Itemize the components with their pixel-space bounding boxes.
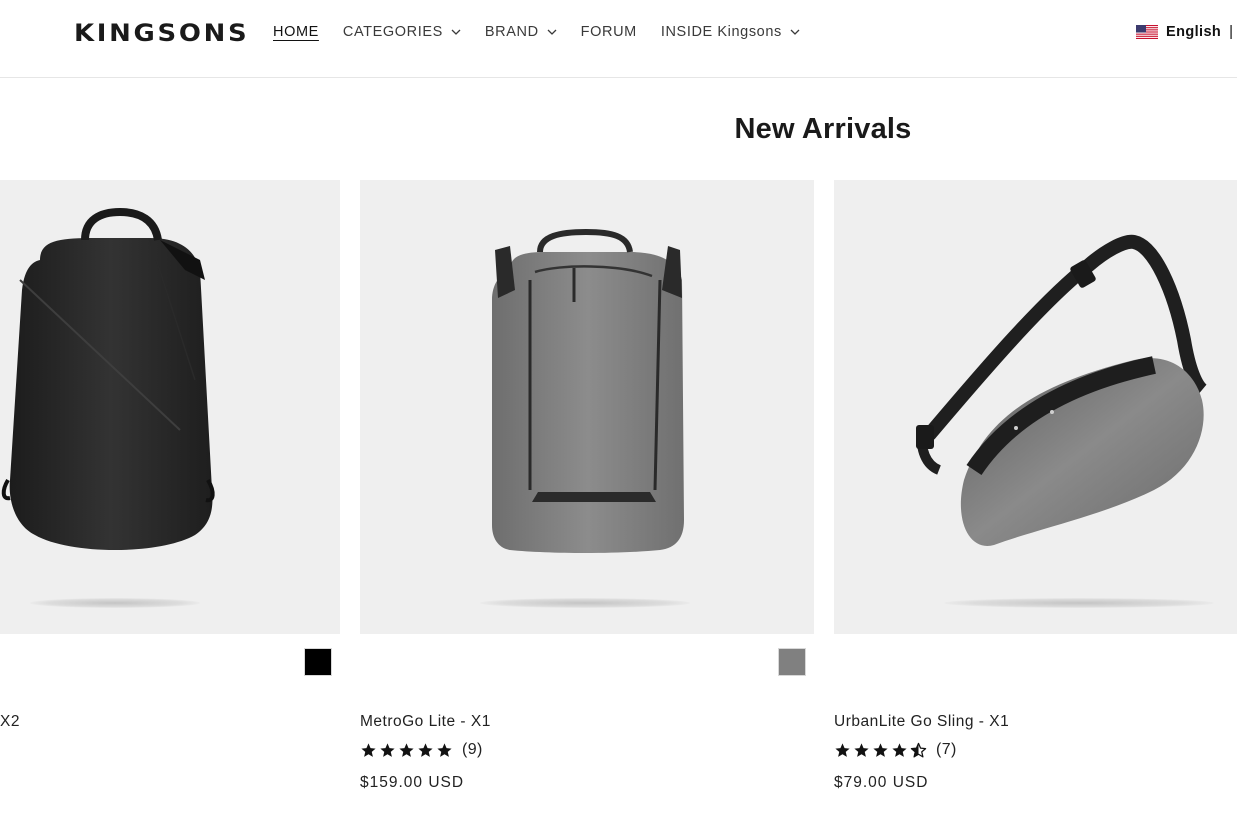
star-icon xyxy=(873,742,888,757)
nav-item-home[interactable]: HOME xyxy=(273,24,319,40)
product-rating: (9) xyxy=(360,741,483,759)
product-shadow xyxy=(30,598,200,608)
nav-label-brand: BRAND xyxy=(484,24,539,40)
product-shadow xyxy=(480,598,690,608)
language-label: English xyxy=(1166,23,1222,40)
product-card[interactable]: X2 xyxy=(0,180,340,730)
review-count[interactable]: (7) xyxy=(936,741,957,759)
section-title: New Arrivals xyxy=(734,113,912,145)
nav-item-categories[interactable]: CATEGORIES xyxy=(343,24,461,40)
star-icon xyxy=(380,742,395,757)
color-swatch[interactable] xyxy=(304,648,332,676)
nav-label-categories: CATEGORIES xyxy=(342,24,443,40)
main-nav: HOME CATEGORIES BRAND FORUM INSIDE Kings… xyxy=(273,22,824,42)
star-icon xyxy=(854,742,869,757)
nav-item-brand[interactable]: BRAND xyxy=(485,24,557,40)
product-image[interactable] xyxy=(0,180,340,634)
half-star-icon xyxy=(910,742,927,758)
backpack-image xyxy=(492,228,684,553)
chevron-down-icon xyxy=(790,29,800,35)
site-header: KINGSONS HOME CATEGORIES BRAND FORUM INS… xyxy=(0,0,1237,78)
product-card[interactable]: MetroGo Lite - X1 (9) $159.00 USD xyxy=(360,180,814,791)
language-separator: | xyxy=(1229,23,1234,40)
product-title[interactable]: UrbanLite Go Sling - X1 xyxy=(834,713,1009,731)
nav-item-forum[interactable]: FORUM xyxy=(581,24,637,40)
product-price: $159.00 USD xyxy=(360,774,465,791)
star-icon xyxy=(418,742,433,757)
nav-label-forum: FORUM xyxy=(580,24,637,40)
product-shadow xyxy=(944,598,1214,608)
product-price: $79.00 USD xyxy=(834,774,929,791)
product-image[interactable] xyxy=(834,180,1237,634)
rating-stars xyxy=(834,742,929,759)
rating-stars xyxy=(360,742,455,759)
nav-label-home: HOME xyxy=(273,24,319,40)
star-icon xyxy=(399,742,414,757)
star-icon xyxy=(361,742,376,757)
product-title[interactable]: X2 xyxy=(0,713,20,731)
star-icon xyxy=(835,742,850,757)
product-image[interactable] xyxy=(360,180,814,634)
chevron-down-icon xyxy=(547,29,557,35)
brand-logo[interactable]: KINGSONS xyxy=(74,19,249,47)
nav-label-inside: INSIDE Kingsons xyxy=(660,24,782,40)
us-flag-icon xyxy=(1136,24,1158,39)
sling-bag-image xyxy=(916,234,1208,546)
star-icon xyxy=(437,742,452,757)
product-title[interactable]: MetroGo Lite - X1 xyxy=(360,713,491,731)
language-selector[interactable]: English | xyxy=(1136,23,1237,40)
color-swatch[interactable] xyxy=(778,648,806,676)
nav-item-inside[interactable]: INSIDE Kingsons xyxy=(661,24,800,40)
product-card[interactable]: UrbanLite Go Sling - X1 (7) $79.00 USD xyxy=(834,180,1237,791)
product-rating: (7) xyxy=(834,741,957,759)
backpack-image xyxy=(1,207,215,550)
review-count[interactable]: (9) xyxy=(462,741,483,759)
star-icon xyxy=(892,742,907,757)
chevron-down-icon xyxy=(451,29,461,35)
